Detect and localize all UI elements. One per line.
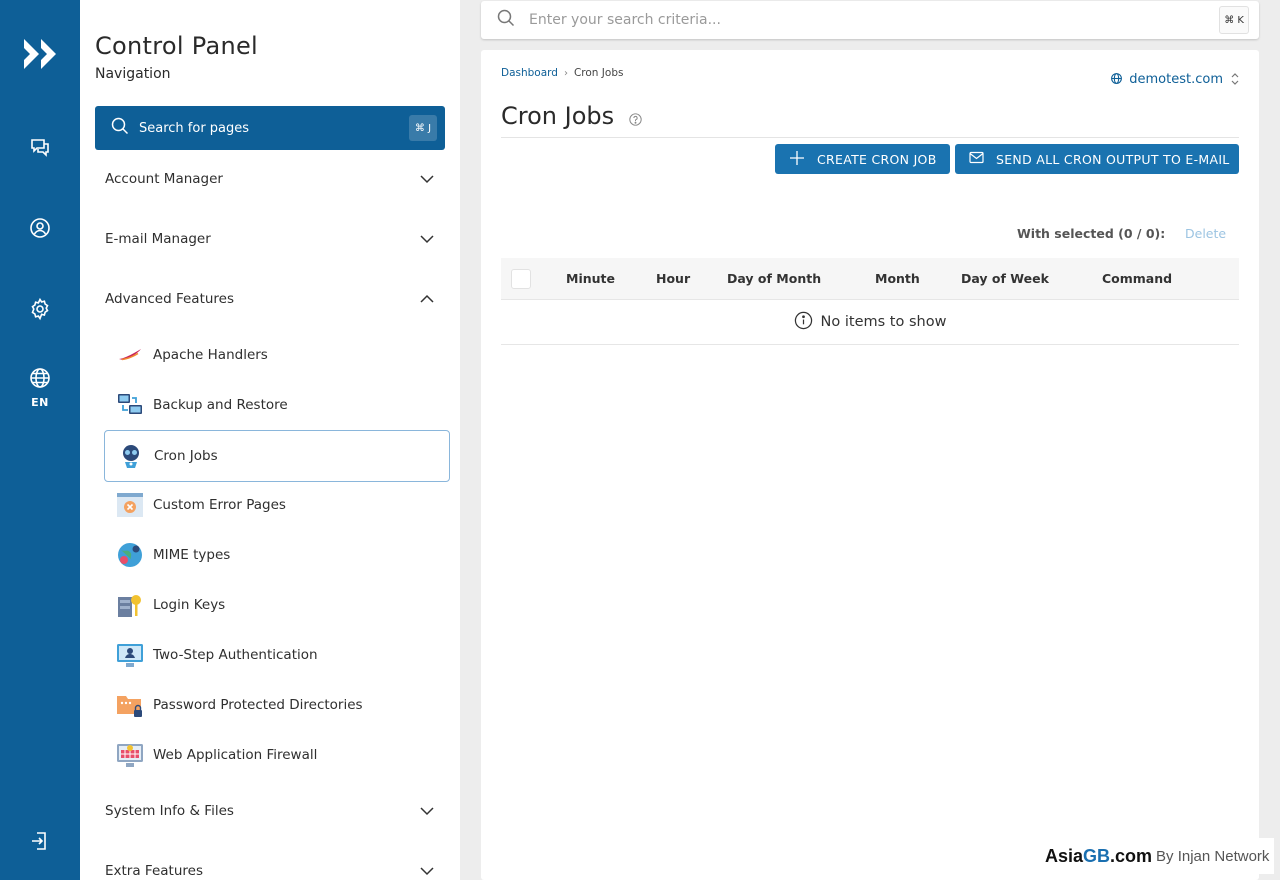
- nav-item-mime-types[interactable]: MIME types: [104, 529, 450, 581]
- column-minute[interactable]: Minute: [566, 271, 615, 286]
- delete-button[interactable]: Delete: [1185, 226, 1226, 241]
- chevron-down-icon: [419, 863, 435, 879]
- left-rail: EN: [0, 0, 80, 880]
- section-system-info-files[interactable]: System Info & Files: [105, 796, 435, 826]
- nav-item-custom-error-pages[interactable]: Custom Error Pages: [104, 479, 450, 531]
- nav-item-label: Cron Jobs: [154, 448, 218, 464]
- backup-icon: [116, 391, 144, 419]
- nav-item-password-protected-directories[interactable]: Password Protected Directories: [104, 679, 450, 731]
- plus-icon: [789, 150, 805, 169]
- settings-icon[interactable]: [26, 295, 54, 323]
- empty-message: No items to show: [820, 314, 947, 330]
- search-icon: [497, 9, 515, 31]
- chat-icon[interactable]: [26, 133, 54, 161]
- domain-label: demotest.com: [1129, 72, 1223, 87]
- column-month[interactable]: Month: [875, 271, 920, 286]
- watermark-tagline: By Injan Network: [1156, 847, 1270, 865]
- section-label: Extra Features: [105, 863, 203, 879]
- nav-item-label: Password Protected Directories: [153, 697, 363, 713]
- nav-title: Control Panel: [95, 32, 259, 60]
- chevron-down-icon: [419, 171, 435, 187]
- title-divider: [501, 137, 1239, 138]
- nav-item-label: Backup and Restore: [153, 397, 288, 413]
- create-cron-job-button[interactable]: CREATE CRON JOB: [775, 144, 950, 174]
- nav-item-label: Two-Step Authentication: [153, 647, 318, 663]
- chevron-down-icon: [419, 231, 435, 247]
- globe-icon: [1110, 70, 1123, 89]
- search-icon: [111, 117, 129, 139]
- robot-icon: [117, 442, 145, 470]
- watermark-part1: Asia: [1045, 845, 1084, 866]
- breadcrumb-dashboard[interactable]: Dashboard: [501, 67, 558, 79]
- info-icon: [794, 311, 813, 334]
- page-search-label: Search for pages: [139, 120, 250, 136]
- mail-icon: [969, 151, 984, 167]
- globe-icon[interactable]: [26, 364, 54, 392]
- watermark-part2: GB: [1083, 845, 1111, 866]
- section-email-manager[interactable]: E-mail Manager: [105, 224, 435, 254]
- watermark-logo: Asia GB .com By Injan Network: [1037, 838, 1274, 874]
- error-page-icon: [116, 491, 144, 519]
- section-label: Advanced Features: [105, 291, 235, 307]
- domain-selector[interactable]: demotest.com: [1110, 70, 1239, 89]
- page-search-button[interactable]: Search for pages ⌘ J: [95, 106, 445, 150]
- feather-icon: [116, 341, 144, 369]
- send-cron-output-label: SEND ALL CRON OUTPUT TO E-MAIL: [996, 151, 1230, 167]
- nav-item-label: Apache Handlers: [153, 347, 268, 363]
- watermark-part3: .com: [1110, 845, 1153, 866]
- locked-folder-icon: [116, 691, 144, 719]
- global-search-bar: ⌘ K: [481, 1, 1259, 39]
- key-icon: [116, 591, 144, 619]
- breadcrumb-current: Cron Jobs: [573, 67, 624, 79]
- nav-subtitle: Navigation: [95, 66, 171, 82]
- section-advanced-features[interactable]: Advanced Features: [105, 284, 435, 314]
- empty-state: No items to show: [501, 300, 1239, 345]
- breadcrumb: Dashboard › Cron Jobs: [501, 67, 623, 79]
- nav-item-apache-handlers[interactable]: Apache Handlers: [104, 329, 450, 381]
- nav-item-label: Custom Error Pages: [153, 497, 286, 513]
- main-content: Dashboard › Cron Jobs demotest.com Cron …: [481, 50, 1259, 880]
- create-cron-job-label: CREATE CRON JOB: [817, 151, 937, 167]
- select-all-checkbox[interactable]: [511, 269, 531, 289]
- global-search-input[interactable]: [529, 12, 1189, 28]
- two-step-icon: [116, 641, 144, 669]
- nav-item-web-application-firewall[interactable]: Web Application Firewall: [104, 729, 450, 781]
- global-search-shortcut: ⌘ K: [1219, 6, 1249, 34]
- chevron-up-icon: [419, 291, 435, 307]
- firewall-icon: [116, 741, 144, 769]
- mime-globe-icon: [116, 541, 144, 569]
- section-extra-features[interactable]: Extra Features: [105, 856, 435, 880]
- column-hour[interactable]: Hour: [656, 271, 690, 286]
- nav-item-label: Login Keys: [153, 597, 226, 613]
- user-icon[interactable]: [26, 214, 54, 242]
- nav-item-two-step-authentication[interactable]: Two-Step Authentication: [104, 629, 450, 681]
- nav-item-backup-and-restore[interactable]: Backup and Restore: [104, 379, 450, 431]
- column-command[interactable]: Command: [1102, 271, 1172, 286]
- language-label[interactable]: EN: [0, 396, 80, 409]
- column-day-of-month[interactable]: Day of Month: [727, 271, 821, 286]
- section-label: E-mail Manager: [105, 231, 211, 247]
- nav-item-label: Web Application Firewall: [153, 747, 318, 763]
- navigation-panel: Control Panel Navigation Search for page…: [80, 0, 460, 880]
- column-day-of-week[interactable]: Day of Week: [961, 271, 1049, 286]
- nav-item-login-keys[interactable]: Login Keys: [104, 579, 450, 631]
- nav-item-cron-jobs[interactable]: Cron Jobs: [104, 430, 450, 482]
- table-header: Minute Hour Day of Month Month Day of We…: [501, 258, 1239, 300]
- sort-chevron-icon: [1231, 70, 1239, 89]
- page-title: Cron Jobs: [501, 102, 615, 130]
- nav-item-label: MIME types: [153, 547, 231, 563]
- logo-icon[interactable]: [20, 34, 60, 74]
- chevron-right-icon: ›: [563, 67, 568, 79]
- with-selected-label: With selected (0 / 0):: [1017, 226, 1166, 241]
- section-label: Account Manager: [105, 171, 223, 187]
- logout-icon[interactable]: [26, 827, 54, 855]
- send-cron-output-button[interactable]: SEND ALL CRON OUTPUT TO E-MAIL: [955, 144, 1239, 174]
- chevron-down-icon: [419, 803, 435, 819]
- page-search-shortcut: ⌘ J: [409, 115, 437, 141]
- help-icon[interactable]: [629, 111, 642, 126]
- section-label: System Info & Files: [105, 803, 234, 819]
- section-account-manager[interactable]: Account Manager: [105, 164, 435, 194]
